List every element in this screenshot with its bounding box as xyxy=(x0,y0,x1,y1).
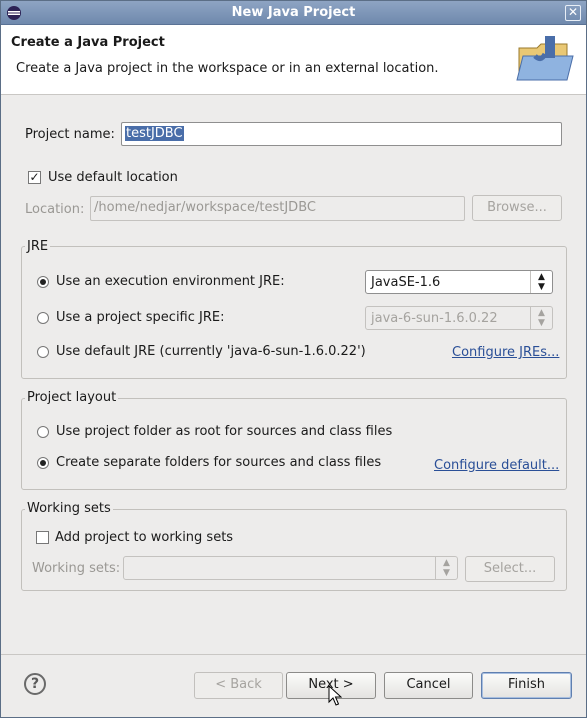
dialog-window: New Java Project ✕ Create a Java Project… xyxy=(0,0,587,718)
location-value: /home/nedjar/workspace/testJDBC xyxy=(94,200,316,215)
project-layout-group xyxy=(21,398,567,490)
add-to-working-sets-label: Add project to working sets xyxy=(55,530,234,545)
wizard-header: Create a Java Project Create a Java proj… xyxy=(1,25,586,95)
jre-env-combo[interactable]: JavaSE-1.6 ▲ ▼ xyxy=(365,270,553,294)
jre-specific-combo[interactable]: java-6-sun-1.6.0.22 ▲ ▼ xyxy=(365,306,553,330)
jre-default-label: Use default JRE (currently 'java-6-sun-1… xyxy=(56,344,366,359)
project-name-label: Project name: xyxy=(25,127,115,142)
jre-specific-value: java-6-sun-1.6.0.22 xyxy=(371,311,498,326)
configure-default-link[interactable]: Configure default... xyxy=(434,458,559,473)
jre-specific-label: Use a project specific JRE: xyxy=(56,310,225,325)
jre-default-radio[interactable] xyxy=(37,346,49,358)
combo-arrows-icon: ▲ ▼ xyxy=(435,557,457,579)
jre-env-radio[interactable] xyxy=(37,276,49,288)
layout-separate-radio[interactable] xyxy=(37,457,49,469)
close-icon[interactable]: ✕ xyxy=(565,5,581,21)
browse-button[interactable]: Browse... xyxy=(472,195,562,221)
page-title: Create a Java Project xyxy=(11,35,165,50)
java-project-wizard-icon xyxy=(516,36,574,81)
mouse-pointer-icon xyxy=(328,685,342,706)
select-working-sets-button[interactable]: Select... xyxy=(465,556,555,582)
jre-group-title: JRE xyxy=(25,239,51,254)
layout-root-radio[interactable] xyxy=(37,426,49,438)
title-bar[interactable]: New Java Project ✕ xyxy=(1,1,586,25)
window-title: New Java Project xyxy=(231,5,356,20)
working-sets-label: Working sets: xyxy=(32,561,121,576)
configure-jres-link[interactable]: Configure JREs... xyxy=(452,345,559,360)
combo-arrows-icon: ▲ ▼ xyxy=(530,307,552,329)
working-sets-combo[interactable]: ▲ ▼ xyxy=(123,556,458,580)
jre-env-label: Use an execution environment JRE: xyxy=(56,274,285,289)
project-layout-group-title: Project layout xyxy=(25,390,119,405)
use-default-location-checkbox[interactable]: ✓ xyxy=(28,171,41,184)
working-sets-group-title: Working sets xyxy=(25,501,113,516)
footer-separator xyxy=(1,654,586,655)
help-icon[interactable]: ? xyxy=(24,673,46,695)
combo-arrows-icon: ▲ ▼ xyxy=(530,271,552,293)
jre-env-value: JavaSE-1.6 xyxy=(371,275,441,290)
add-to-working-sets-checkbox[interactable] xyxy=(36,531,49,544)
project-name-value: testJDBC xyxy=(125,126,184,141)
jre-specific-radio[interactable] xyxy=(37,312,49,324)
project-name-field[interactable]: testJDBC xyxy=(121,122,562,146)
cancel-button[interactable]: Cancel xyxy=(384,672,473,699)
layout-root-label: Use project folder as root for sources a… xyxy=(56,424,393,439)
location-field[interactable]: /home/nedjar/workspace/testJDBC xyxy=(90,196,465,221)
layout-separate-label: Create separate folders for sources and … xyxy=(56,455,382,470)
page-description: Create a Java project in the workspace o… xyxy=(16,61,439,76)
finish-button[interactable]: Finish xyxy=(481,672,572,699)
back-button[interactable]: < Back xyxy=(194,672,283,699)
use-default-location-label: Use default location xyxy=(48,170,178,185)
location-label: Location: xyxy=(25,202,85,217)
